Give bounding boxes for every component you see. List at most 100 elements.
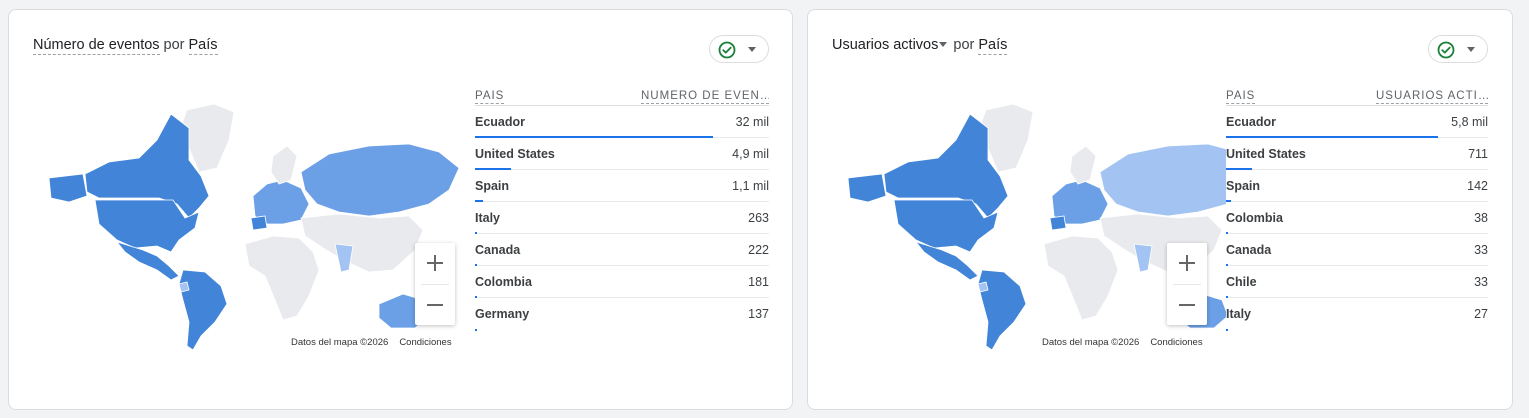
col-header-country[interactable]: PAÍS	[475, 90, 505, 104]
metric-value: 27	[1474, 307, 1488, 321]
map-region-africa	[244, 235, 320, 321]
dimension-selector[interactable]: País	[978, 37, 1008, 55]
metric-value: 711	[1468, 147, 1488, 161]
zoom-in-button[interactable]	[1167, 243, 1207, 283]
table-row: United States 4,9 mil	[475, 138, 769, 170]
chevron-down-icon	[1467, 47, 1475, 52]
chevron-down-icon	[748, 47, 756, 52]
metric-selector[interactable]: Usuarios activos	[832, 37, 938, 53]
share-bar	[475, 329, 477, 331]
map-region-scandinavia	[270, 145, 298, 185]
map-region-spain	[250, 215, 268, 231]
metric-selector[interactable]: Número de eventos	[33, 37, 160, 55]
title-connector: por	[163, 37, 185, 53]
country-name[interactable]: Chile	[1226, 275, 1257, 289]
country-name[interactable]: Germany	[475, 307, 529, 321]
active-users-by-country-card: Usuarios activos por País Datos del mapa…	[807, 9, 1513, 410]
check-circle-icon	[1437, 41, 1455, 59]
zoom-in-button[interactable]	[415, 243, 455, 283]
metric-value: 142	[1467, 179, 1488, 193]
map-region-russia	[1099, 143, 1226, 217]
table-row: Canada 222	[475, 234, 769, 266]
map-data-credit: Datos del mapa ©2026	[291, 337, 389, 348]
table-row: Ecuador 32 mil	[475, 106, 769, 138]
col-header-country[interactable]: PAÍS	[1226, 90, 1256, 104]
map-region-ecuador	[977, 281, 989, 293]
caret-down-icon[interactable]	[939, 41, 948, 47]
country-table: PAÍS NÚMERO DE EVEN… Ecuador 32 mil United…	[475, 79, 769, 331]
metric-value: 263	[748, 211, 769, 225]
table-row: Germany 137	[475, 298, 769, 331]
metric-value: 38	[1474, 211, 1488, 225]
table-row: Italy 263	[475, 202, 769, 234]
metric-value: 33	[1474, 275, 1488, 289]
col-header-metric[interactable]: USUARIOS ACTI…	[1376, 90, 1488, 104]
map-region-india	[1133, 243, 1153, 273]
map-terms-link[interactable]: Condiciones	[1150, 337, 1202, 348]
table-header: PAÍS NÚMERO DE EVEN…	[475, 79, 769, 106]
map-region-alaska	[847, 173, 887, 203]
map-region-india	[334, 243, 354, 273]
map-terms-link[interactable]: Condiciones	[399, 337, 451, 348]
table-row: Italy 27	[1226, 298, 1488, 331]
map-region-ecuador	[178, 281, 190, 293]
map-attribution: Datos del mapa ©2026 Condiciones	[1042, 337, 1214, 348]
table-row: Colombia 38	[1226, 202, 1488, 234]
title-connector: por	[953, 37, 975, 53]
card-status-menu-button[interactable]	[1428, 35, 1488, 63]
table-row: Ecuador 5,8 mil	[1226, 106, 1488, 138]
country-name[interactable]: Colombia	[475, 275, 532, 289]
metric-value: 33	[1474, 243, 1488, 257]
map-region-spain	[1049, 215, 1067, 231]
card-title: Número de eventos por País	[33, 37, 218, 55]
metric-value: 5,8 mil	[1451, 115, 1488, 129]
map-region-russia	[300, 143, 460, 217]
col-header-metric[interactable]: NÚMERO DE EVEN…	[641, 90, 769, 104]
country-name[interactable]: Italy	[475, 211, 500, 225]
metric-value: 1,1 mil	[732, 179, 769, 193]
country-name[interactable]: Ecuador	[475, 115, 525, 129]
events-by-country-card: Número de eventos por País Datos del map…	[8, 9, 793, 410]
country-name[interactable]: United States	[475, 147, 555, 161]
table-row: Colombia 181	[475, 266, 769, 298]
metric-value: 137	[748, 307, 769, 321]
map-region-scandinavia	[1069, 145, 1097, 185]
country-name[interactable]: Canada	[475, 243, 520, 257]
country-name[interactable]: Spain	[475, 179, 509, 193]
table-row: Spain 1,1 mil	[475, 170, 769, 202]
map-zoom-controls	[415, 243, 455, 325]
table-row: Spain 142	[1226, 170, 1488, 202]
country-name[interactable]: Spain	[1226, 179, 1260, 193]
country-table: PAÍS USUARIOS ACTI… Ecuador 5,8 mil United…	[1226, 79, 1488, 331]
country-name[interactable]: Ecuador	[1226, 115, 1276, 129]
zoom-out-button[interactable]	[1167, 285, 1207, 325]
map-data-credit: Datos del mapa ©2026	[1042, 337, 1140, 348]
metric-value: 222	[748, 243, 769, 257]
map-attribution: Datos del mapa ©2026 Condiciones	[291, 337, 463, 348]
world-map[interactable]	[39, 100, 474, 350]
table-body: Ecuador 5,8 mil United States 711 Spain 142 Co…	[1226, 106, 1488, 331]
table-row: Chile 33	[1226, 266, 1488, 298]
metric-value: 4,9 mil	[732, 147, 769, 161]
country-name[interactable]: United States	[1226, 147, 1306, 161]
share-bar	[1226, 329, 1228, 331]
map-region-alaska	[48, 173, 88, 203]
table-row: United States 711	[1226, 138, 1488, 170]
map-zoom-controls	[1167, 243, 1207, 325]
zoom-out-button[interactable]	[415, 285, 455, 325]
card-title: Usuarios activos por País	[832, 37, 1008, 55]
country-name[interactable]: Colombia	[1226, 211, 1283, 225]
metric-value: 181	[748, 275, 769, 289]
country-name[interactable]: Italy	[1226, 307, 1251, 321]
map-region-asia	[300, 213, 424, 273]
table-header: PAÍS USUARIOS ACTI…	[1226, 79, 1488, 106]
country-name[interactable]: Canada	[1226, 243, 1271, 257]
metric-value: 32 mil	[735, 115, 769, 129]
card-status-menu-button[interactable]	[709, 35, 769, 63]
world-map-svg	[48, 103, 460, 350]
dimension-selector[interactable]: País	[188, 37, 218, 55]
map-region-africa	[1043, 235, 1119, 321]
table-body: Ecuador 32 mil United States 4,9 mil Spain 1,…	[475, 106, 769, 331]
check-circle-icon	[718, 41, 736, 59]
table-row: Canada 33	[1226, 234, 1488, 266]
